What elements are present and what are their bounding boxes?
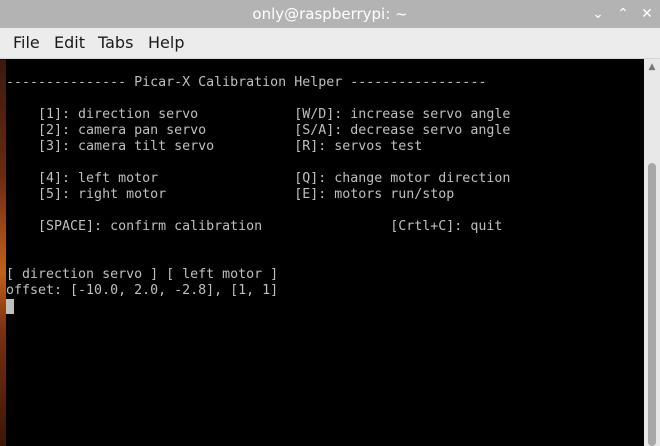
menu-edit[interactable]: Edit <box>51 33 88 52</box>
menu-file[interactable]: File <box>10 33 43 52</box>
menu-bar: File Edit Tabs Help <box>0 28 660 59</box>
terminal-line-camera-pan-servo: [2]: camera pan servo [S/A]: decrease se… <box>6 123 511 138</box>
terminal-line-confirm-quit: [SPACE]: confirm calibration [Crtl+C]: q… <box>6 219 503 234</box>
terminal-window: only@raspberrypi: ~ ⌄ ⌃ ✕ File Edit Tabs… <box>0 0 660 446</box>
terminal-output[interactable]: --------------- Picar-X Calibration Help… <box>6 59 644 446</box>
terminal-line-direction-servo: [1]: direction servo [W/D]: increase ser… <box>6 107 511 122</box>
terminal-line-camera-tilt-servo: [3]: camera tilt servo [R]: servos test <box>6 139 423 154</box>
terminal-line-right-motor: [5]: right motor [E]: motors run/stop <box>6 187 455 202</box>
terminal-line-status: [ direction servo ] [ left motor ] <box>6 267 279 282</box>
menu-tabs[interactable]: Tabs <box>95 33 136 52</box>
window-title: only@raspberrypi: ~ <box>252 5 408 23</box>
terminal-line-offset: offset: [-10.0, 2.0, -2.8], [1, 1] <box>6 283 279 298</box>
terminal-cursor <box>6 299 14 314</box>
scrollbar[interactable]: ▲ <box>644 59 660 446</box>
menu-help[interactable]: Help <box>145 33 187 52</box>
title-bar[interactable]: only@raspberrypi: ~ ⌄ ⌃ ✕ <box>0 0 660 28</box>
close-icon[interactable]: ✕ <box>636 3 658 25</box>
terminal-line-header: --------------- Picar-X Calibration Help… <box>6 75 487 90</box>
scroll-up-icon[interactable]: ▲ <box>644 59 660 75</box>
maximize-icon[interactable]: ⌃ <box>612 3 634 25</box>
minimize-icon[interactable]: ⌄ <box>587 3 609 25</box>
terminal-line-left-motor: [4]: left motor [Q]: change motor direct… <box>6 171 511 186</box>
scrollbar-thumb[interactable] <box>648 163 656 446</box>
